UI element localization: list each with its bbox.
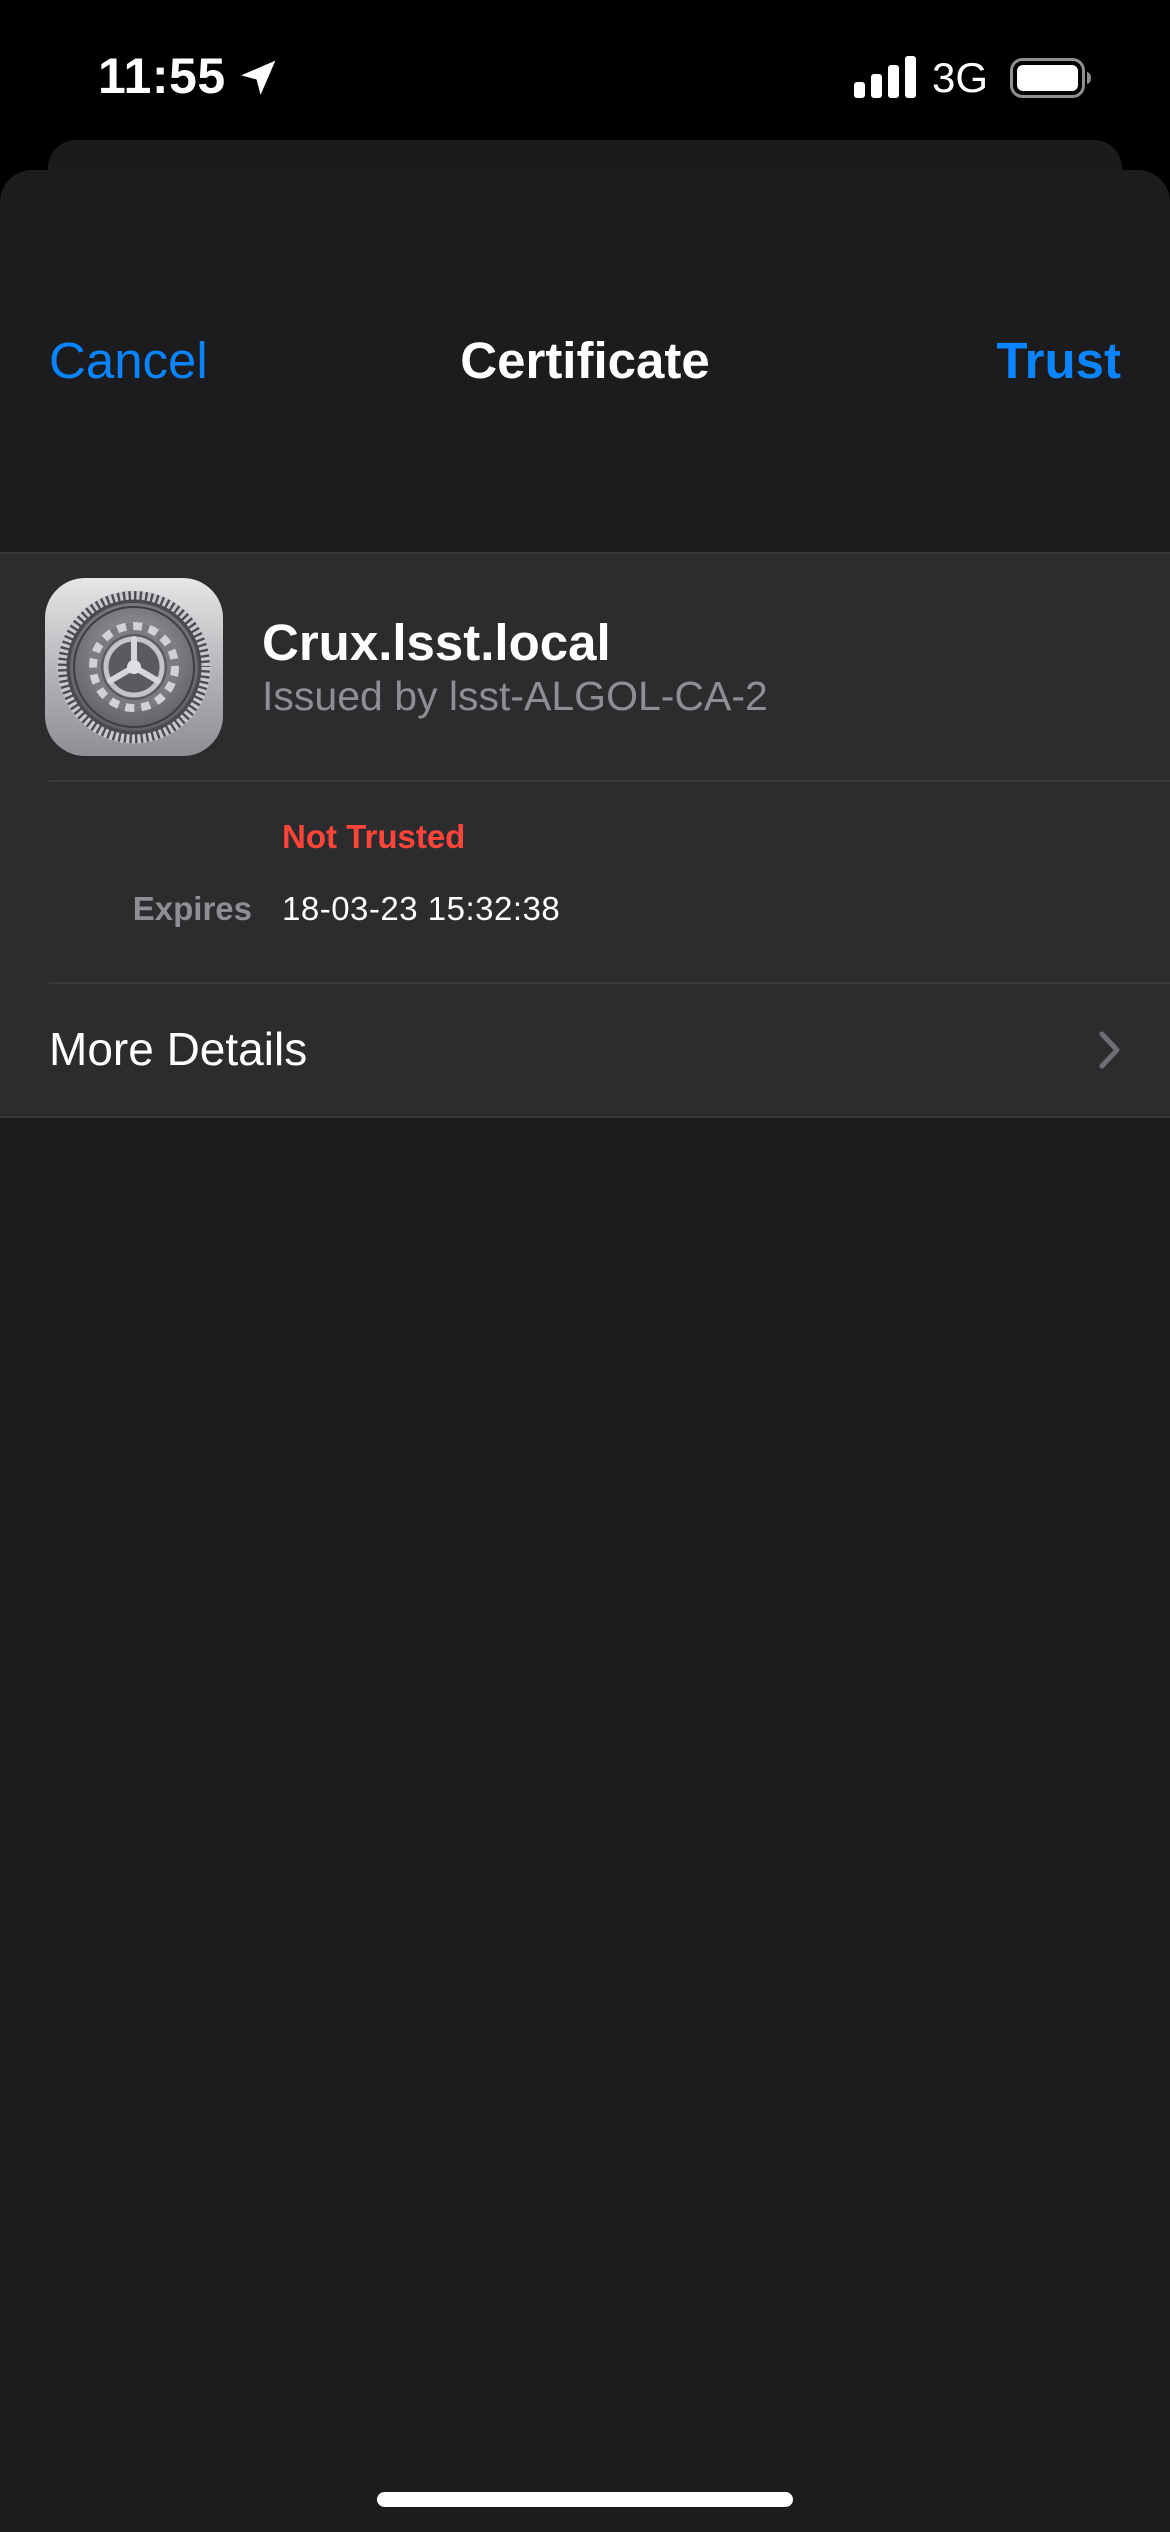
network-type-label: 3G — [932, 54, 989, 101]
screen: 11:55 3G Certificate Cancel Trust Crux.l… — [0, 0, 1170, 2532]
status-bar: 11:55 3G — [0, 0, 1170, 150]
status-time: 11:55 — [98, 48, 226, 104]
settings-gear-icon — [45, 578, 223, 756]
expires-label: Expires — [132, 890, 252, 927]
trust-button[interactable]: Trust — [996, 328, 1121, 394]
certificate-header: Crux.lsst.local Issued by lsst-ALGOL-CA-… — [0, 554, 1170, 780]
certificate-issuer: Issued by lsst-ALGOL-CA-2 — [262, 673, 768, 719]
divider — [49, 780, 1170, 782]
battery-icon — [1010, 58, 1091, 98]
home-indicator[interactable] — [377, 2492, 793, 2507]
expires-value: 18-03-23 15:32:38 — [282, 890, 561, 927]
location-arrow-icon — [241, 60, 276, 95]
chevron-right-icon — [1099, 1031, 1120, 1069]
cancel-button[interactable]: Cancel — [49, 328, 208, 394]
cellular-signal-icon — [854, 56, 916, 98]
certificate-name: Crux.lsst.local — [262, 614, 611, 671]
more-details-label: More Details — [49, 1023, 308, 1075]
certificate-sheet: Certificate Cancel Trust Crux.lsst.local… — [0, 170, 1170, 2532]
trust-status-label: Not Trusted — [282, 818, 466, 855]
certificate-summary-group: Crux.lsst.local Issued by lsst-ALGOL-CA-… — [0, 552, 1170, 1118]
more-details-row[interactable]: More Details — [0, 984, 1170, 1116]
